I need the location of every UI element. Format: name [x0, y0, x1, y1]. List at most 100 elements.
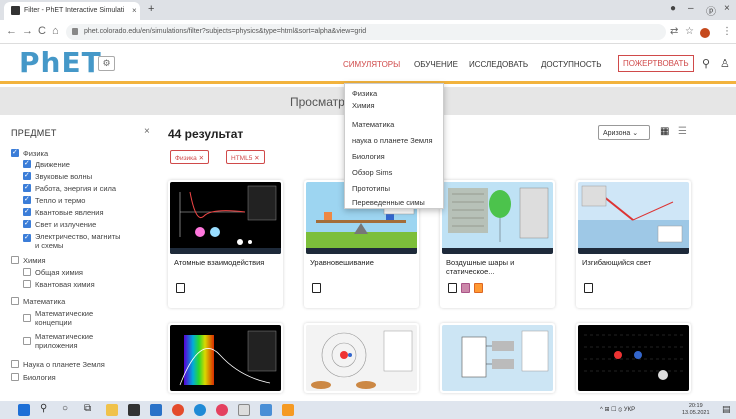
sort-select[interactable]: Аризона ⌄	[598, 125, 650, 140]
cortana-icon[interactable]: ○	[62, 403, 68, 414]
charges-fields-thumbnail-icon	[584, 334, 684, 380]
menu-dots-icon[interactable]: ⋮	[722, 26, 732, 37]
extension-icon[interactable]	[700, 28, 710, 38]
minimize-button[interactable]: –	[688, 3, 694, 14]
donate-button[interactable]: ПОЖЕРТВОВАТЬ	[618, 55, 694, 72]
maximize-button[interactable]: ⓟ	[706, 3, 716, 18]
menu-item-chemistry[interactable]: Химия	[352, 101, 375, 110]
mail-icon[interactable]	[150, 404, 162, 416]
checkbox-earth-science[interactable]	[11, 360, 19, 368]
checkbox-electricity[interactable]	[23, 233, 31, 242]
sim-card[interactable]	[440, 323, 555, 393]
address-bar[interactable]: phet.colorado.edu/en/simulations/filter?…	[66, 24, 666, 40]
chrome-icon[interactable]	[172, 404, 184, 416]
chip-physics[interactable]: Физика ✕	[170, 150, 210, 164]
translate-icon[interactable]: ⇄	[670, 26, 678, 37]
checkbox-math-concepts[interactable]	[23, 314, 31, 322]
phet-logo[interactable]: PhET	[19, 46, 102, 79]
atomic-interactions-thumbnail-icon	[170, 185, 281, 254]
sim-title: Атомные взаимодействия	[174, 258, 265, 267]
sim-card[interactable]	[576, 323, 691, 393]
filter-label: Математические	[35, 332, 94, 341]
profile-icon[interactable]: ●	[670, 3, 676, 14]
filter-label-line2: приложения	[35, 341, 78, 350]
reload-icon[interactable]: C	[38, 25, 46, 37]
checkbox-work-energy[interactable]	[23, 183, 31, 192]
sim-card[interactable]	[304, 323, 419, 393]
filter-label: Свет и излучение	[35, 220, 97, 229]
search-icon[interactable]: ⚲	[702, 57, 710, 70]
search-icon[interactable]: ⚲	[40, 403, 47, 414]
pinned-app-icon[interactable]	[282, 404, 294, 416]
checkbox-general-chemistry[interactable]	[23, 268, 31, 276]
tab-close-icon[interactable]: ×	[132, 6, 137, 15]
sim-thumbnail	[442, 182, 553, 254]
lock-icon[interactable]	[72, 28, 78, 35]
sim-card[interactable]	[168, 323, 283, 393]
windows-start-icon[interactable]	[18, 404, 30, 416]
html5-badge-icon	[448, 283, 457, 293]
list-view-icon[interactable]: ☰	[678, 126, 687, 137]
checkbox-light[interactable]	[23, 219, 31, 228]
user-icon[interactable]: ♙	[720, 57, 730, 70]
filter-label-line2: и схемы	[35, 241, 64, 250]
sim-thumbnail	[578, 325, 689, 391]
sim-card[interactable]: Воздушные шары и статическое...	[440, 180, 555, 308]
chip-html5[interactable]: HTML5 ✕	[226, 150, 265, 164]
photos-icon[interactable]	[260, 404, 272, 416]
nav-simulations[interactable]: СИМУЛЯТОРЫ	[343, 60, 400, 69]
site-header: PhET ⚙ СИМУЛЯТОРЫ ОБУЧЕНИЕ ИССЛЕДОВАТЬ Д…	[0, 44, 736, 84]
logo-badge-icon: ⚙	[98, 56, 115, 71]
home-icon[interactable]: ⌂	[52, 25, 59, 37]
menu-item-earth-science[interactable]: наука о планете Земля	[352, 136, 433, 145]
menu-item-browse-sims[interactable]: Обзор Sims	[352, 168, 392, 177]
checkbox-quantum-chemistry[interactable]	[23, 280, 31, 288]
checkbox-math[interactable]	[11, 297, 19, 305]
sim-thumbnail	[170, 325, 281, 391]
new-tab-button[interactable]: +	[148, 3, 154, 15]
close-window-button[interactable]: ×	[724, 3, 730, 14]
browser-tab-title: Filter - PhET Interactive Simulati	[24, 7, 125, 14]
filter-label: Работа, энергия и сила	[35, 184, 117, 193]
star-icon[interactable]: ☆	[685, 26, 694, 37]
task-view-icon[interactable]: ⧉	[84, 403, 91, 414]
store-icon[interactable]	[128, 404, 140, 416]
checkbox-heat[interactable]	[23, 195, 31, 204]
menu-item-biology[interactable]: Биология	[352, 152, 385, 161]
checkbox-math-applications[interactable]	[23, 337, 31, 345]
system-tray[interactable]: ^ ⊞ ☐ ⦸ УКР	[600, 406, 635, 414]
settings-icon[interactable]	[238, 404, 250, 416]
filter-label: Биология	[23, 373, 56, 382]
checkbox-physics[interactable]	[11, 148, 19, 157]
grid-view-icon[interactable]: ▦	[660, 126, 669, 137]
forward-arrow-icon[interactable]: →	[22, 25, 33, 37]
filter-label: Общая химия	[35, 268, 83, 277]
filter-label: Движение	[35, 160, 70, 169]
checkbox-chemistry[interactable]	[11, 256, 19, 264]
checkbox-sound-waves[interactable]	[23, 171, 31, 180]
checkbox-biology[interactable]	[11, 373, 19, 381]
nav-research[interactable]: ИССЛЕДОВАТЬ	[469, 60, 528, 69]
nav-teaching[interactable]: ОБУЧЕНИЕ	[414, 60, 458, 69]
address-url: phet.colorado.edu/en/simulations/filter?…	[84, 28, 367, 35]
sim-card[interactable]: Атомные взаимодействия	[168, 180, 283, 308]
menu-item-physics[interactable]: Физика	[352, 89, 377, 98]
file-explorer-icon[interactable]	[106, 404, 118, 416]
browser-tab[interactable]: Filter - PhET Interactive Simulati ×	[4, 2, 140, 20]
menu-item-translated-sims[interactable]: Переведенные симы	[352, 198, 425, 207]
menu-item-prototypes[interactable]: Прототипы	[352, 184, 390, 193]
filter-close-icon[interactable]: ×	[144, 126, 150, 137]
app-icon[interactable]	[216, 404, 228, 416]
edge-icon[interactable]	[194, 404, 206, 416]
sim-thumbnail	[170, 182, 281, 254]
filter-label: Звуковые волны	[35, 172, 93, 181]
clock[interactable]: 20:19 13.05.2021	[682, 403, 710, 417]
filter-label: Квантовые явления	[35, 208, 104, 217]
checkbox-motion[interactable]	[23, 159, 31, 168]
notifications-icon[interactable]: ▤	[722, 404, 731, 415]
nav-accessibility[interactable]: ДОСТУПНОСТЬ	[541, 60, 602, 69]
checkbox-quantum[interactable]	[23, 207, 31, 216]
sim-card[interactable]: Изгибающийся свет	[576, 180, 691, 308]
back-arrow-icon[interactable]: ←	[6, 25, 17, 37]
menu-item-math[interactable]: Математика	[352, 120, 394, 129]
